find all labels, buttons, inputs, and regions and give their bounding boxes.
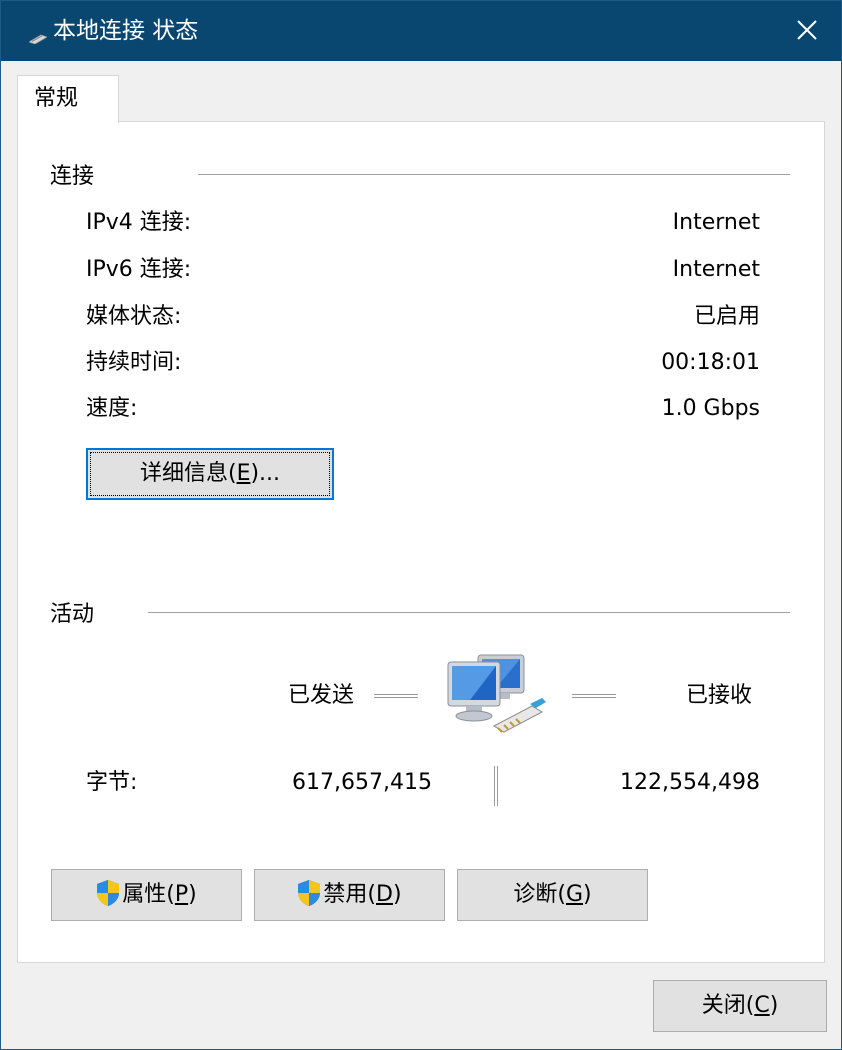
title-bar[interactable]: 本地连接 状态 — [1, 1, 841, 61]
sent-dash — [374, 694, 418, 698]
details-button-label: 详细信息(E)... — [139, 461, 281, 486]
sent-label: 已发送 — [288, 683, 355, 708]
received-dash — [572, 694, 616, 698]
media-state-label: 媒体状态: — [86, 304, 182, 329]
details-button[interactable]: 详细信息(E)... — [86, 448, 334, 500]
ipv6-value: Internet — [672, 257, 760, 282]
close-button-label: 关闭(C) — [701, 993, 779, 1018]
connection-group-divider — [198, 174, 790, 175]
network-computers-icon — [446, 652, 546, 744]
activity-group-title: 活动 — [50, 602, 95, 627]
uac-shield-icon — [96, 876, 120, 906]
speed-value: 1.0 Gbps — [661, 396, 760, 421]
duration-value: 00:18:01 — [661, 350, 760, 375]
bytes-label: 字节: — [86, 770, 138, 795]
bytes-separator — [494, 766, 498, 806]
ipv6-label: IPv6 连接: — [86, 257, 192, 282]
bytes-sent-value: 617,657,415 — [292, 770, 432, 795]
close-button[interactable]: 关闭(C) — [653, 980, 827, 1032]
network-adapter-icon — [28, 29, 48, 45]
duration-label: 持续时间: — [86, 350, 182, 375]
tab-general-label: 常规 — [34, 86, 79, 111]
close-window-button[interactable] — [771, 1, 841, 61]
activity-group-divider — [148, 612, 790, 613]
properties-button[interactable]: 属性(P) — [51, 869, 242, 921]
connection-group-title: 连接 — [50, 164, 95, 189]
diagnose-button[interactable]: 诊断(G) — [457, 869, 648, 921]
status-dialog: 本地连接 状态 常规 连接 IPv4 连接: Internet IPv6 连接:… — [0, 0, 842, 1050]
media-state-value: 已启用 — [693, 304, 760, 329]
window-title: 本地连接 状态 — [53, 18, 199, 44]
tab-panel-general: 连接 IPv4 连接: Internet IPv6 连接: Internet 媒… — [17, 121, 825, 963]
uac-shield-icon — [297, 876, 321, 906]
speed-label: 速度: — [86, 396, 138, 421]
disable-button[interactable]: 禁用(D) — [254, 869, 445, 921]
ipv4-label: IPv4 连接: — [86, 210, 192, 235]
properties-button-label: 属性(P) — [122, 882, 197, 907]
ipv4-value: Internet — [672, 210, 760, 235]
close-icon — [797, 20, 817, 40]
received-label: 已接收 — [686, 683, 753, 708]
disable-button-label: 禁用(D) — [323, 882, 402, 907]
bytes-received-value: 122,554,498 — [620, 770, 760, 795]
tab-general[interactable]: 常规 — [17, 75, 119, 123]
diagnose-button-label: 诊断(G) — [513, 882, 592, 907]
